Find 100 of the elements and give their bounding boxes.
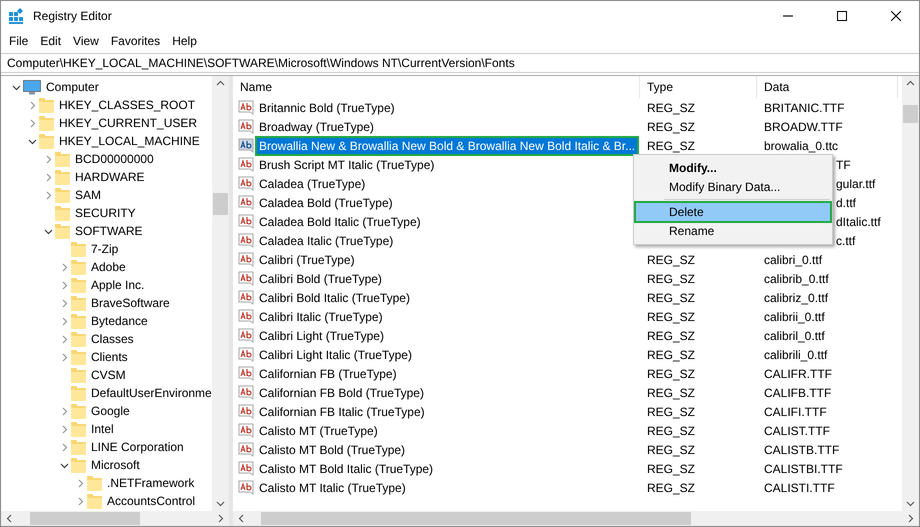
value-name[interactable]: Caladea Italic (TrueType): [257, 232, 396, 248]
tree-item[interactable]: Google: [91, 404, 130, 418]
value-name[interactable]: Calibri Bold Italic (TrueType): [257, 290, 412, 306]
context-menu-item[interactable]: Modify Binary Data...: [636, 178, 830, 196]
tree-item[interactable]: SOFTWARE: [75, 224, 143, 238]
value-data: calibriz_0.ttf: [764, 290, 828, 304]
value-data: CALIFR.TTF: [764, 366, 832, 380]
tree-item[interactable]: AccountsControl: [107, 494, 196, 508]
value-name[interactable]: Calibri (TrueType): [257, 252, 357, 268]
tree-item[interactable]: Adobe: [91, 260, 126, 274]
menu-item[interactable]: Favorites: [104, 34, 166, 48]
chevron-down-icon[interactable]: [44, 226, 52, 236]
vertical-scrollbar[interactable]: [902, 76, 919, 511]
value-name[interactable]: Californian FB (TrueType): [257, 366, 399, 382]
value-name[interactable]: Brush Script MT Italic (TrueType): [257, 156, 436, 172]
value-name[interactable]: Browallia New & Browallia New Bold & Browallia New Bold Italic & Br...: [257, 138, 638, 154]
value-data: c.ttf: [836, 234, 856, 248]
tree-item[interactable]: CVSM: [91, 368, 126, 382]
value-name[interactable]: Calibri Light (TrueType): [257, 328, 386, 344]
tree-item[interactable]: Intel: [91, 422, 114, 436]
value-type: REG_SZ: [647, 310, 696, 324]
tree-item[interactable]: Clients: [91, 350, 128, 364]
value-name[interactable]: Calibri Bold (TrueType): [257, 270, 384, 286]
tree-item[interactable]: 7-Zip: [91, 242, 118, 256]
value-name[interactable]: Calibri Light Italic (TrueType): [257, 346, 414, 362]
string-value-icon: [238, 385, 254, 400]
menu-item[interactable]: File: [3, 34, 34, 48]
tree-item[interactable]: Apple Inc.: [91, 278, 144, 292]
chevron-down-icon[interactable]: [12, 82, 20, 92]
folder-icon: [87, 475, 102, 491]
scroll-thumb[interactable]: [261, 512, 691, 525]
tree-item[interactable]: HKEY_CLASSES_ROOT: [59, 98, 196, 112]
scroll-right-icon[interactable]: [216, 514, 225, 523]
column-header[interactable]: Data: [757, 76, 898, 98]
tree-item[interactable]: HKEY_LOCAL_MACHINE: [59, 134, 200, 148]
tree-item[interactable]: HKEY_CURRENT_USER: [59, 116, 198, 130]
scroll-right-icon[interactable]: [906, 514, 915, 523]
value-data: calibrili_0.ttf: [764, 348, 828, 362]
tree-item[interactable]: Computer: [46, 80, 99, 94]
string-value-icon: [238, 214, 254, 229]
menu-item[interactable]: Help: [166, 34, 203, 48]
scroll-left-icon[interactable]: [5, 514, 14, 523]
scroll-down-icon[interactable]: [906, 499, 915, 508]
scroll-left-icon[interactable]: [237, 514, 246, 523]
context-menu-item[interactable]: Delete: [636, 203, 830, 221]
maximize-icon: [837, 11, 847, 21]
scroll-down-icon[interactable]: [216, 499, 225, 508]
value-name[interactable]: Caladea Bold (TrueType): [257, 194, 395, 210]
scroll-thumb[interactable]: [213, 192, 228, 214]
folder-icon: [71, 367, 86, 383]
horizontal-scrollbar[interactable]: [233, 511, 919, 526]
value-name[interactable]: Calisto MT Italic (TrueType): [257, 480, 408, 496]
scroll-up-icon[interactable]: [216, 79, 225, 88]
tree-item[interactable]: Bytedance: [91, 314, 148, 328]
scroll-up-icon[interactable]: [906, 79, 915, 88]
close-icon: [891, 11, 901, 21]
horizontal-scrollbar[interactable]: [1, 511, 229, 526]
folder-icon: [87, 493, 102, 509]
value-name[interactable]: Calisto MT Bold (TrueType): [257, 442, 408, 458]
chevron-down-icon[interactable]: [28, 136, 36, 146]
value-name[interactable]: Broadway (TrueType): [257, 118, 376, 134]
tree-item[interactable]: SAM: [75, 188, 102, 202]
string-value-icon: [238, 347, 254, 362]
column-header[interactable]: Name: [233, 76, 640, 98]
column-header[interactable]: Type: [640, 76, 757, 98]
value-data: calibri_0.ttf: [764, 252, 822, 266]
value-name[interactable]: Caladea Bold Italic (TrueType): [257, 214, 423, 230]
address-bar[interactable]: Computer\HKEY_LOCAL_MACHINE\SOFTWARE\Microsoft\Windows NT\CurrentVersion\Fonts: [1, 53, 919, 73]
menu-item[interactable]: View: [67, 34, 105, 48]
tree-item[interactable]: Classes: [91, 332, 134, 346]
tree-item[interactable]: SECURITY: [75, 206, 136, 220]
value-data: calibril_0.ttf: [764, 328, 825, 342]
value-name[interactable]: Calisto MT (TrueType): [257, 422, 380, 438]
tree-item[interactable]: .NETFramework: [107, 476, 194, 490]
chevron-down-icon[interactable]: [60, 460, 68, 470]
scroll-thumb[interactable]: [903, 104, 918, 122]
vertical-scrollbar[interactable]: [212, 76, 229, 511]
context-menu-item[interactable]: Rename: [636, 222, 830, 240]
scroll-thumb[interactable]: [30, 512, 140, 525]
folder-icon: [71, 331, 86, 347]
value-name[interactable]: Californian FB Bold (TrueType): [257, 384, 426, 400]
tree-item[interactable]: HARDWARE: [75, 170, 145, 184]
folder-icon: [71, 295, 86, 311]
context-menu-item[interactable]: Modify...: [636, 159, 830, 177]
value-name[interactable]: Calibri Italic (TrueType): [257, 308, 385, 324]
tree-item[interactable]: Microsoft: [91, 458, 140, 472]
folder-icon: [71, 385, 86, 401]
tree-item[interactable]: DefaultUserEnvironme: [91, 386, 212, 400]
value-type: REG_SZ: [647, 328, 696, 342]
tree-item[interactable]: LINE Corporation: [91, 440, 184, 454]
tree-item[interactable]: BCD00000000: [75, 152, 154, 166]
value-name[interactable]: Britannic Bold (TrueType): [257, 100, 397, 116]
value-name[interactable]: Californian FB Italic (TrueType): [257, 404, 427, 420]
value-name[interactable]: Calisto MT Bold Italic (TrueType): [257, 460, 436, 476]
value-type: REG_SZ: [647, 120, 696, 134]
tree-item[interactable]: BraveSoftware: [91, 296, 170, 310]
menu-item[interactable]: Edit: [34, 34, 68, 48]
folder-icon: [55, 169, 70, 185]
value-data: BRITANIC.TTF: [764, 100, 844, 114]
value-name[interactable]: Caladea (TrueType): [257, 176, 368, 192]
